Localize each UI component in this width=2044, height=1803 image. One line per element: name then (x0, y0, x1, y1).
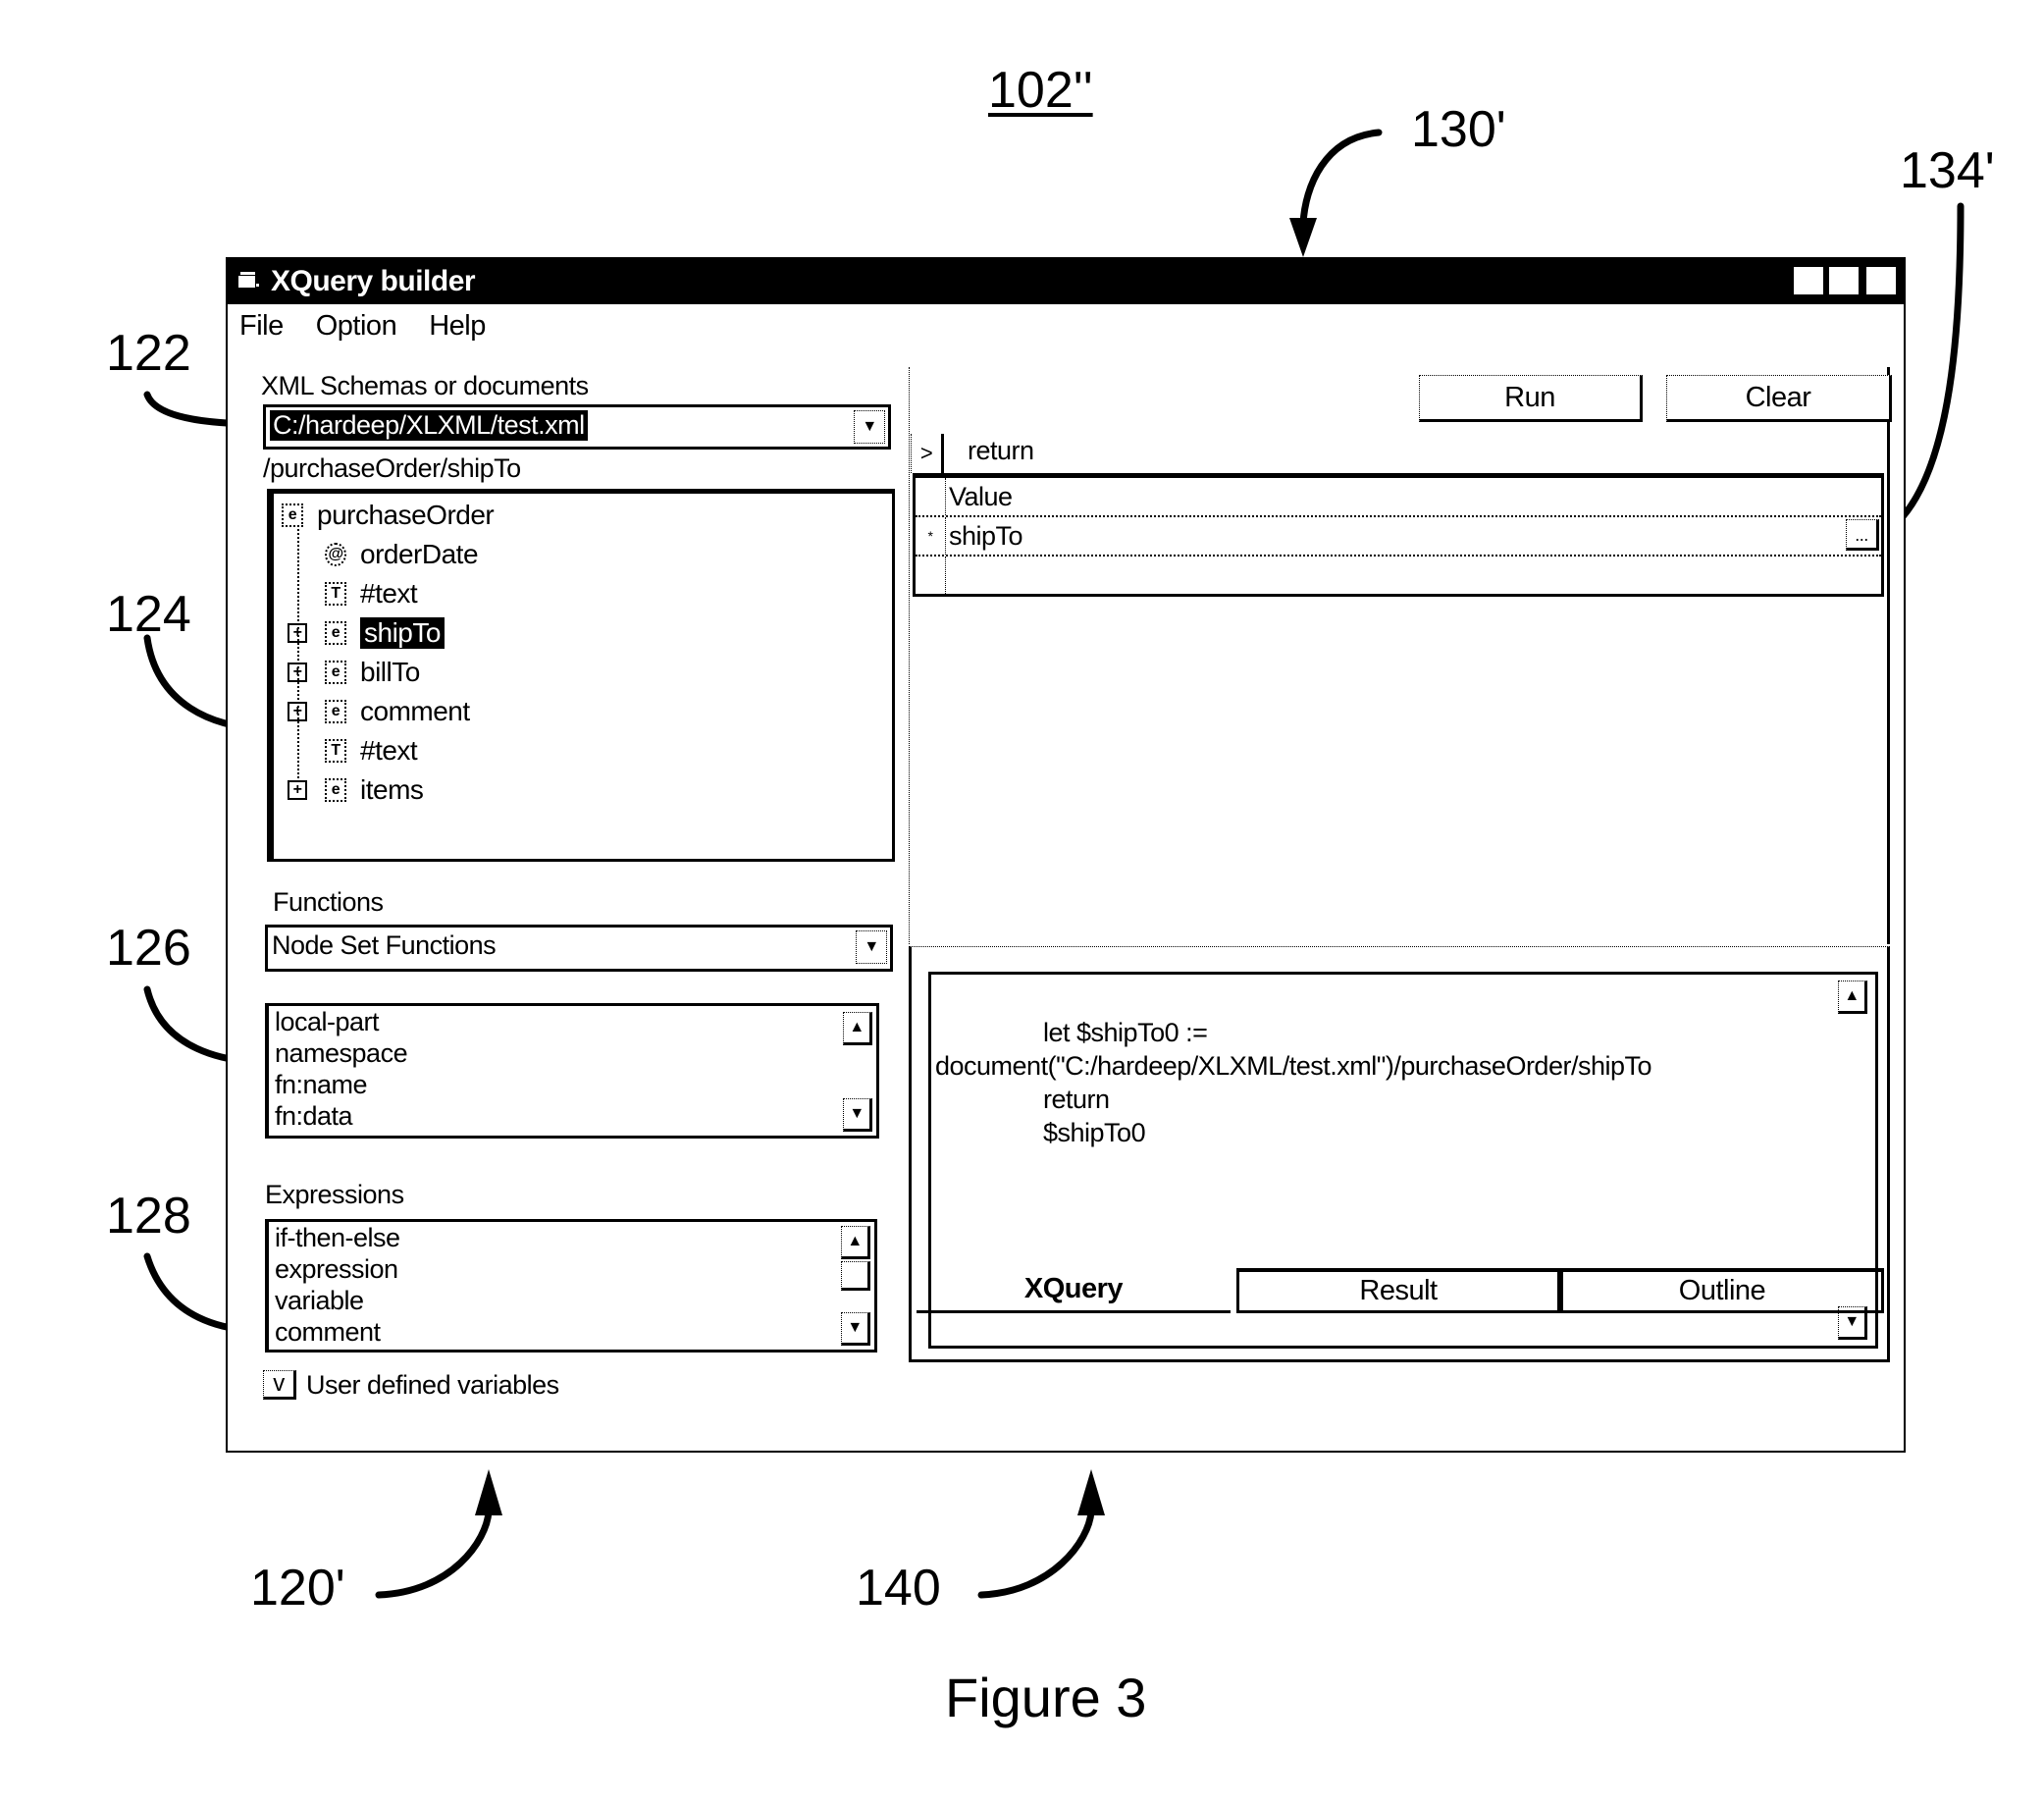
expand-icon[interactable]: + (288, 780, 307, 800)
tab-outline[interactable]: Outline (1560, 1268, 1884, 1313)
element-icon: e (325, 661, 346, 684)
attribute-icon: @ (325, 543, 346, 566)
close-icon: ✕ (1870, 266, 1892, 295)
scroll-up-button[interactable]: ▲ (841, 1226, 870, 1259)
expression-item[interactable]: comment (269, 1316, 874, 1348)
menu-bar: File Option Help (239, 310, 511, 345)
new-row-indicator: * (916, 517, 946, 555)
close-button[interactable]: ✕ (1864, 265, 1898, 296)
tree-guide-line (297, 525, 299, 782)
title-bar[interactable]: XQuery builder _ □ ✕ (228, 259, 1904, 304)
maximize-icon: □ (1836, 266, 1852, 295)
arrowhead-140 (1077, 1469, 1105, 1515)
menu-help[interactable]: Help (429, 310, 486, 343)
functions-combobox[interactable]: Node Set Functions ▼ (265, 925, 893, 972)
tree-node[interactable]: e comment (325, 694, 470, 729)
maximize-button[interactable]: □ (1827, 265, 1861, 296)
arrow-130 (1299, 129, 1383, 228)
user-variables-label: User defined variables (306, 1370, 559, 1400)
code-line: return (1043, 1085, 1110, 1114)
tree-node[interactable]: T #text (325, 576, 418, 611)
minimize-icon: _ (1802, 266, 1815, 295)
tree-node[interactable]: T #text (325, 733, 418, 769)
expressions-label: Expressions (265, 1180, 404, 1209)
window-title: XQuery builder (271, 265, 476, 297)
row-indicator (916, 557, 946, 594)
element-icon: e (282, 504, 303, 527)
element-icon: e (325, 700, 346, 723)
clause-toggle[interactable]: > (911, 434, 944, 473)
functions-list[interactable]: local-part namespace fn:name fn:data ▲ ▼ (265, 1003, 879, 1139)
current-path-label: /purchaseOrder/shipTo (263, 453, 521, 483)
menu-option[interactable]: Option (316, 310, 397, 343)
clear-button[interactable]: Clear (1666, 375, 1892, 422)
xquery-builder-window: XQuery builder _ □ ✕ File Option Help XM… (226, 257, 1906, 1453)
tree-node[interactable]: @ orderDate (325, 537, 479, 572)
scroll-down-button[interactable]: ▼ (841, 1312, 870, 1346)
query-builder-panel (909, 367, 1890, 944)
user-variables-toggle[interactable]: v (263, 1370, 296, 1400)
tree-node[interactable]: e purchaseOrder (282, 498, 495, 533)
expression-item[interactable]: if-then-else (269, 1222, 874, 1253)
ellipsis-button[interactable]: ... (1846, 519, 1879, 551)
text-node-icon: T (325, 582, 346, 606)
chevron-down-icon[interactable]: ▼ (854, 410, 885, 444)
scroll-down-button[interactable]: ▼ (843, 1098, 872, 1132)
code-line: $shipTo0 (1043, 1118, 1146, 1147)
tree-node[interactable]: e billTo (325, 655, 420, 690)
function-item[interactable]: local-part (269, 1006, 876, 1037)
expression-item[interactable]: expression (269, 1253, 874, 1285)
arrow-120 (375, 1508, 493, 1599)
tab-result[interactable]: Result (1236, 1268, 1560, 1313)
grid-header-value: Value (949, 482, 1013, 511)
scroll-up-button[interactable]: ▲ (843, 1012, 872, 1045)
text-node-icon: T (325, 739, 346, 763)
element-icon: e (325, 778, 346, 802)
grid-header-row: Value (916, 478, 1881, 517)
clause-label: return (968, 436, 1034, 465)
minimize-button[interactable]: _ (1792, 265, 1825, 296)
function-item[interactable]: fn:name (269, 1069, 876, 1100)
menu-file[interactable]: File (239, 310, 284, 343)
functions-label: Functions (273, 887, 384, 917)
expression-item[interactable]: variable (269, 1285, 874, 1316)
grid-empty-row[interactable] (916, 557, 1881, 594)
row-indicator (916, 478, 946, 515)
function-item[interactable]: fn:data (269, 1100, 876, 1132)
tab-xquery[interactable]: XQuery (917, 1268, 1231, 1313)
code-line: document("C:/hardeep/XLXML/test.xml")/pu… (935, 1051, 1652, 1081)
run-button[interactable]: Run (1419, 375, 1643, 422)
arrow-140 (977, 1508, 1095, 1599)
schema-tree[interactable]: e purchaseOrder @ orderDate T #text + e ship… (267, 489, 895, 862)
chevron-down-icon[interactable]: ▼ (856, 930, 887, 964)
return-value-grid[interactable]: Value * shipTo ... (913, 473, 1884, 597)
element-icon: e (325, 621, 346, 645)
schemas-label: XML Schemas or documents (261, 371, 589, 400)
app-icon (238, 272, 259, 288)
grid-cell-value[interactable]: shipTo (949, 521, 1023, 552)
arrowhead-120 (475, 1469, 502, 1515)
scroll-thumb[interactable] (841, 1261, 870, 1291)
tree-node[interactable]: e shipTo (325, 615, 445, 651)
schemas-combobox[interactable]: C:/hardeep/XLXML/test.xml ▼ (263, 404, 891, 450)
scroll-up-button[interactable]: ▲ (1838, 981, 1867, 1014)
selected-node-label: shipTo (360, 617, 445, 649)
code-line: let $shipTo0 := (1043, 1018, 1208, 1047)
tree-node[interactable]: e items (325, 772, 424, 808)
expressions-list[interactable]: if-then-else expression variable comment… (265, 1219, 877, 1352)
schemas-value: C:/hardeep/XLXML/test.xml (270, 410, 588, 441)
functions-value: Node Set Functions (272, 930, 497, 960)
function-item[interactable]: namespace (269, 1037, 876, 1069)
arrowhead-130 (1289, 218, 1317, 257)
grid-row[interactable]: * shipTo ... (916, 517, 1881, 557)
